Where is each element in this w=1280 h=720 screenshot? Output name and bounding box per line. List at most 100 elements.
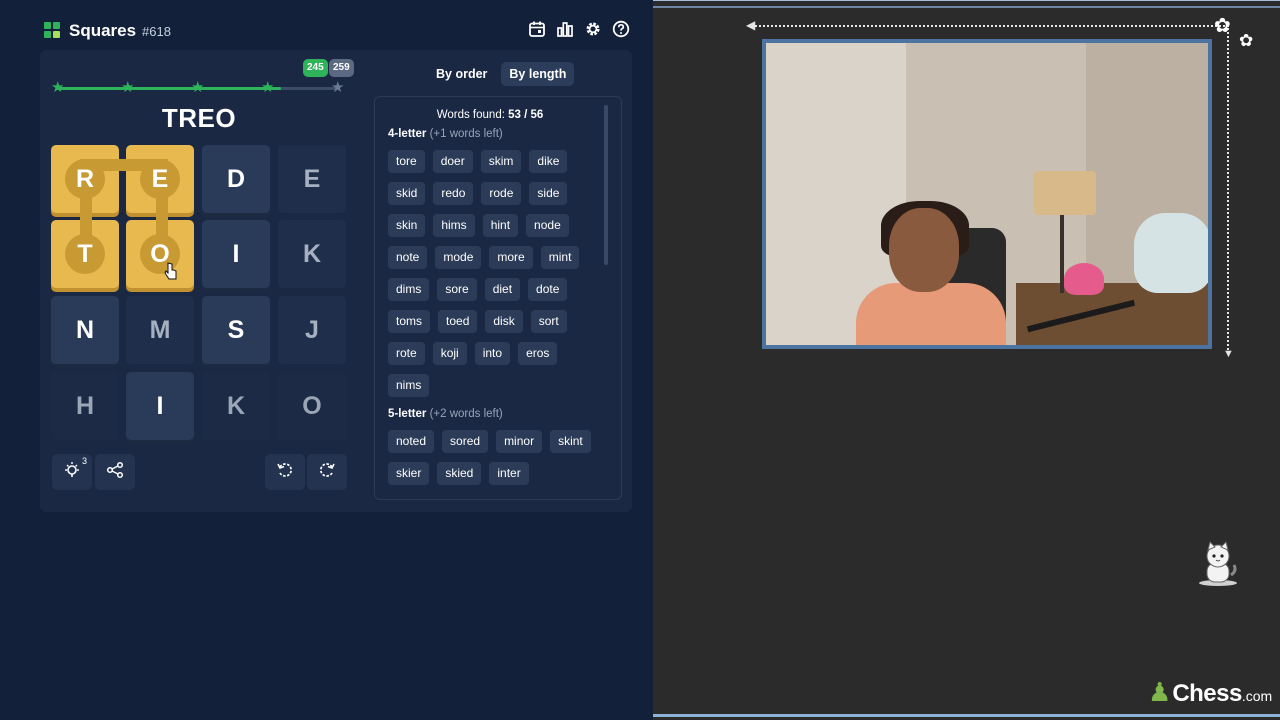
arrow-left-icon: ◀: [746, 18, 756, 32]
word-chip[interactable]: eros: [518, 342, 558, 365]
section-4-letter: 4-letter (+1 words left): [388, 128, 503, 140]
pawn-icon: ♟: [1148, 677, 1172, 707]
redo-button[interactable]: [307, 454, 347, 490]
help-icon[interactable]: [612, 20, 630, 38]
word-list-4: tore doer skim dike skid redo rode side skin hims…: [388, 150, 603, 397]
flower-icon: ✿: [1214, 15, 1231, 37]
puzzle-number: #618: [142, 24, 171, 39]
flower-icon: ✿: [1239, 31, 1254, 50]
share-icon: [106, 461, 124, 484]
word-chip[interactable]: skint: [550, 430, 591, 453]
progress-star-icon: ★: [51, 79, 65, 96]
word-chip[interactable]: sored: [442, 430, 489, 453]
word-chip[interactable]: sore: [437, 278, 477, 301]
word-list-5: noted sored minor skint skier skied inter: [388, 430, 603, 485]
webcam-frame: [762, 39, 1212, 349]
word-chip[interactable]: toed: [438, 310, 478, 333]
progress-star-icon: ★: [191, 79, 205, 96]
brand-name: Chess: [1172, 680, 1242, 707]
squares-logo-icon: [44, 22, 61, 39]
section-note: (+2 words left): [429, 408, 503, 420]
word-chip[interactable]: tore: [388, 150, 425, 173]
rotate-right-icon: [318, 461, 336, 484]
chess-com-logo: ♟ Chess .com: [1148, 677, 1272, 709]
header-toolbar: [528, 20, 630, 38]
grid-tile[interactable]: H: [51, 372, 119, 440]
word-chip[interactable]: more: [489, 246, 533, 269]
word-chip[interactable]: noted: [388, 430, 435, 453]
word-chip[interactable]: toms: [388, 310, 431, 333]
word-chip[interactable]: rode: [481, 182, 522, 205]
grid-tile[interactable]: J: [278, 296, 346, 364]
section-5-letter: 5-letter (+2 words left): [388, 408, 503, 420]
octopus-plush: [1064, 263, 1104, 295]
tab-by-order[interactable]: By order: [428, 62, 495, 86]
word-chip[interactable]: dike: [529, 150, 568, 173]
word-chip[interactable]: disk: [485, 310, 523, 333]
word-chip[interactable]: rote: [388, 342, 425, 365]
grid-tile[interactable]: E: [278, 145, 346, 213]
word-chip[interactable]: skin: [388, 214, 426, 237]
word-chip[interactable]: mode: [435, 246, 482, 269]
progress-bar: ★ ★ ★ ★ ★: [51, 79, 348, 96]
share-button[interactable]: [95, 454, 135, 490]
word-chip[interactable]: skim: [480, 150, 522, 173]
grid-tile[interactable]: K: [278, 220, 346, 288]
rotate-left-icon: [276, 461, 294, 484]
grid-tile[interactable]: K: [202, 372, 270, 440]
progress-star-icon: ★: [331, 79, 345, 96]
progress-star-icon: ★: [121, 79, 135, 96]
word-chip[interactable]: skid: [388, 182, 426, 205]
word-chip[interactable]: skier: [388, 462, 430, 485]
word-chip[interactable]: dote: [528, 278, 568, 301]
bottom-rule: [653, 714, 1280, 717]
grid-tile[interactable]: D: [202, 145, 270, 213]
word-chip[interactable]: redo: [433, 182, 474, 205]
current-word: TREO: [161, 103, 237, 133]
word-chip[interactable]: inter: [489, 462, 529, 485]
sort-tabs: By order By length: [428, 62, 575, 86]
app-header: Squares #618: [44, 18, 634, 44]
grid-tile[interactable]: S: [202, 296, 270, 364]
word-chip[interactable]: hims: [433, 214, 475, 237]
words-found-summary: Words found: 53 / 56: [375, 109, 605, 121]
words-found-count: 53 / 56: [508, 109, 544, 121]
score-badge: 245: [303, 59, 328, 77]
arrow-down-icon: ▼: [1223, 348, 1234, 360]
tab-by-length[interactable]: By length: [501, 62, 575, 86]
cat-plush: [1134, 213, 1208, 293]
cat-sticker-icon: [1199, 541, 1237, 586]
word-chip[interactable]: dims: [388, 278, 430, 301]
section-title: 5-letter: [388, 408, 427, 420]
overlay-border-top: [752, 25, 1228, 27]
word-chip[interactable]: node: [526, 214, 569, 237]
grid-tile[interactable]: M: [126, 296, 194, 364]
word-chip[interactable]: side: [529, 182, 568, 205]
undo-button[interactable]: [265, 454, 305, 490]
stats-icon[interactable]: [556, 20, 574, 38]
scrollbar[interactable]: [604, 105, 608, 265]
word-chip[interactable]: koji: [432, 342, 467, 365]
word-chip[interactable]: skied: [437, 462, 482, 485]
progress-fill: [57, 87, 281, 90]
word-chip[interactable]: into: [474, 342, 511, 365]
calendar-icon[interactable]: [528, 20, 546, 38]
word-chip[interactable]: doer: [432, 150, 473, 173]
app-title: Squares: [69, 21, 137, 40]
word-chip[interactable]: minor: [496, 430, 543, 453]
word-chip[interactable]: hint: [482, 214, 519, 237]
grid-tile[interactable]: N: [51, 296, 119, 364]
word-chip[interactable]: sort: [530, 310, 567, 333]
grid-tile[interactable]: I: [202, 220, 270, 288]
grid-tile[interactable]: I: [126, 372, 194, 440]
settings-icon[interactable]: [584, 20, 602, 38]
hint-button[interactable]: 3: [52, 454, 92, 490]
word-chip[interactable]: diet: [484, 278, 521, 301]
section-title: 4-letter: [388, 128, 427, 140]
word-chip[interactable]: nims: [388, 374, 430, 397]
overlay-border-right: [1227, 25, 1229, 353]
found-words-panel: Words found: 53 / 56 4-letter (+1 words …: [374, 96, 622, 500]
grid-tile[interactable]: O: [278, 372, 346, 440]
word-chip[interactable]: note: [388, 246, 428, 269]
word-chip[interactable]: mint: [540, 246, 580, 269]
